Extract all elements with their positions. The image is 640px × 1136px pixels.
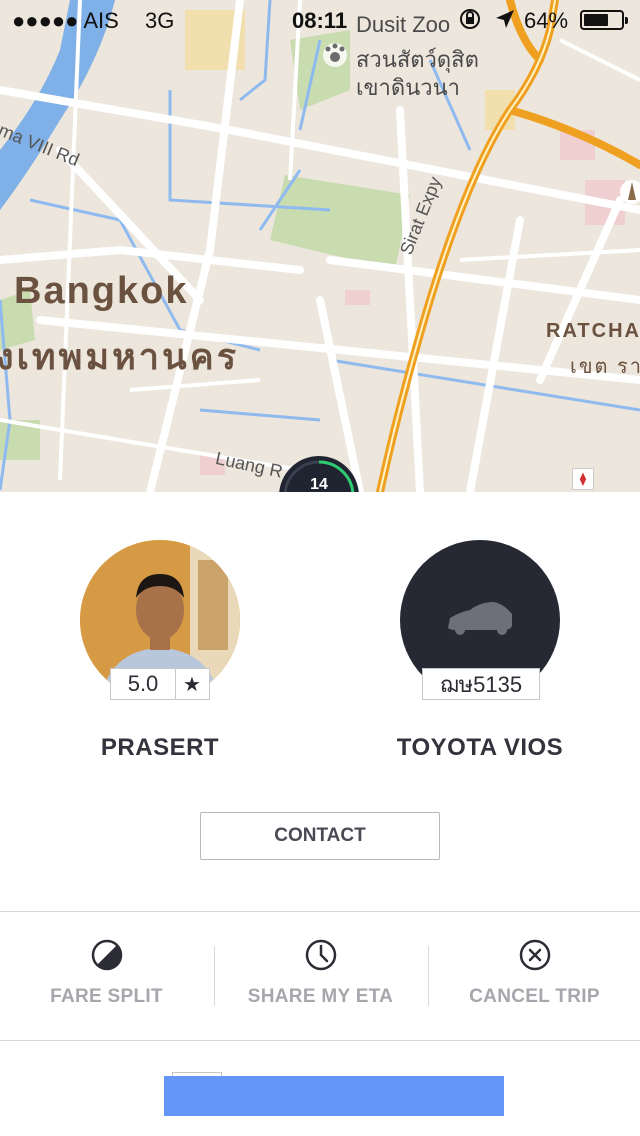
- cancel-icon: [519, 939, 550, 971]
- map-label-poi-th-2: เขาดินวนา: [356, 75, 460, 100]
- transit-icon: ⧫: [572, 468, 594, 490]
- cancel-trip-button[interactable]: CANCEL TRIP: [428, 912, 640, 1040]
- share-eta-button[interactable]: SHARE MY ETA: [214, 912, 427, 1040]
- cancel-trip-label: CANCEL TRIP: [469, 986, 600, 1007]
- rotation-lock-icon: [458, 7, 482, 37]
- map-label-district-en: RATCHA: [546, 320, 640, 342]
- signal-carrier: ●●●●● AIS: [12, 8, 119, 33]
- network-type: 3G: [145, 8, 175, 33]
- fare-split-icon: [91, 939, 122, 971]
- rating-value: 5.0: [127, 671, 159, 696]
- battery-icon: [580, 10, 628, 30]
- clock: 08:11: [292, 8, 348, 33]
- fare-split-label: FARE SPLIT: [50, 986, 163, 1007]
- driver-rating: 5.0 ★: [110, 668, 210, 700]
- map-label-city-th: งเทพมหานคร: [0, 336, 240, 377]
- clock-icon: [305, 939, 336, 971]
- status-bar: ●●●●● AIS 3G 08:11 64%: [0, 0, 640, 40]
- contact-button[interactable]: CONTACT: [200, 812, 440, 860]
- redacted-block: [164, 1076, 504, 1116]
- vehicle-model: TOYOTA VIOS: [396, 734, 564, 761]
- map-label-city-en: Bangkok: [14, 270, 189, 312]
- map-label-district-th: เขต รา: [570, 356, 640, 378]
- driver-name: PRASERT: [100, 734, 220, 761]
- fare-split-button[interactable]: FARE SPLIT: [0, 912, 213, 1040]
- map-graphic: [0, 0, 640, 492]
- location-arrow-icon: [494, 8, 516, 36]
- license-plate: ฌษ5135: [422, 668, 540, 700]
- share-eta-label: SHARE MY ETA: [247, 986, 394, 1007]
- star-icon: ★: [183, 673, 201, 696]
- map-view[interactable]: Bangkok งเทพมหานคร Dusit Zoo สวนสัตว์ดุส…: [0, 0, 640, 492]
- trip-details-sheet: 5.0 ★ PRASERT ฌษ5135 TOYOTA VIOS CONTACT…: [0, 492, 640, 1136]
- divider: [0, 1040, 640, 1041]
- battery-percentage: 64%: [524, 8, 569, 33]
